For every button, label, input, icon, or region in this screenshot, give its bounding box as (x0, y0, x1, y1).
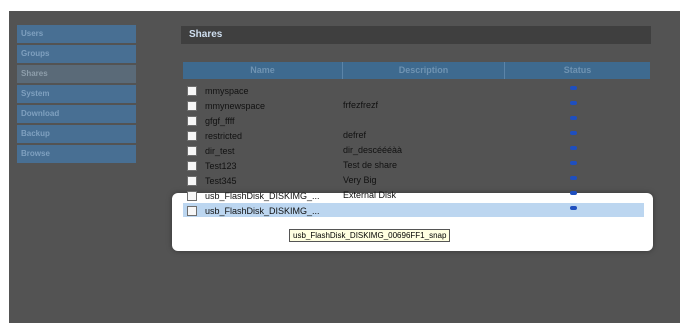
row-checkbox[interactable] (187, 191, 197, 201)
sidebar-item-system[interactable]: System (17, 85, 136, 103)
table-row[interactable]: usb_FlashDisk_DISKIMG_... (183, 204, 650, 219)
share-name[interactable]: mmyspace (205, 86, 249, 96)
status-indicator-icon (570, 86, 577, 90)
column-header-description[interactable]: Description (343, 62, 505, 79)
row-checkbox[interactable] (187, 146, 197, 156)
status-indicator-icon (570, 101, 577, 105)
share-description: Test de share (343, 160, 398, 170)
screenshot-frame: Users Groups Shares System Download Back… (0, 0, 691, 334)
status-indicator-icon (570, 161, 577, 165)
share-name[interactable]: Test345 (205, 176, 237, 186)
share-name[interactable]: Test123 (205, 161, 237, 171)
page-title: Shares (189, 29, 223, 40)
table-row[interactable]: Test123 Test de share (183, 159, 650, 174)
sidebar-item-download[interactable]: Download (17, 105, 136, 123)
table-row[interactable]: dir_test dir_descéééàà (183, 144, 650, 159)
shares-table-body: mmyspace mmynewspace frfezfrezf gfgf_fff… (183, 84, 650, 219)
share-name[interactable]: restricted (205, 131, 242, 141)
status-indicator-icon (570, 146, 577, 150)
sidebar-item-groups[interactable]: Groups (17, 45, 136, 63)
row-checkbox[interactable] (187, 176, 197, 186)
share-name[interactable]: gfgf_ffff (205, 116, 235, 126)
share-description: Very Big (343, 175, 377, 185)
share-description: defref (343, 130, 367, 140)
share-name[interactable]: usb_FlashDisk_DISKIMG_... (205, 191, 320, 201)
share-name[interactable]: usb_FlashDisk_DISKIMG_... (205, 206, 320, 216)
column-header-status[interactable]: Status (505, 62, 650, 79)
row-checkbox[interactable] (187, 101, 197, 111)
table-row[interactable]: Test345 Very Big (183, 174, 650, 189)
row-checkbox[interactable] (187, 116, 197, 126)
status-indicator-icon (570, 206, 577, 210)
status-indicator-icon (570, 191, 577, 195)
table-row[interactable]: mmynewspace frfezfrezf (183, 99, 650, 114)
sidebar-menu: Users Groups Shares System Download Back… (17, 25, 136, 165)
sidebar-item-shares[interactable]: Shares (17, 65, 136, 83)
table-row[interactable]: gfgf_ffff (183, 114, 650, 129)
sidebar-item-browse[interactable]: Browse (17, 145, 136, 163)
share-description: External Disk (343, 190, 397, 200)
share-name[interactable]: mmynewspace (205, 101, 265, 111)
table-row[interactable]: restricted defref (183, 129, 650, 144)
row-checkbox[interactable] (187, 131, 197, 141)
share-name[interactable]: dir_test (205, 146, 235, 156)
sidebar-item-users[interactable]: Users (17, 25, 136, 43)
share-description: frfezfrezf (343, 100, 379, 110)
shares-table-header: Name Description Status (183, 62, 650, 79)
status-indicator-icon (570, 131, 577, 135)
row-checkbox[interactable] (187, 206, 197, 216)
section-header: Shares (181, 26, 651, 44)
column-header-name[interactable]: Name (183, 62, 343, 79)
share-description: dir_descéééàà (343, 145, 403, 155)
status-indicator-icon (570, 116, 577, 120)
table-row[interactable]: mmyspace (183, 84, 650, 99)
name-tooltip: usb_FlashDisk_DISKIMG_00696FF1_snap (289, 229, 451, 242)
table-row[interactable]: usb_FlashDisk_DISKIMG_... External Disk (183, 189, 650, 204)
row-checkbox[interactable] (187, 161, 197, 171)
sidebar-item-backup[interactable]: Backup (17, 125, 136, 143)
status-indicator-icon (570, 176, 577, 180)
row-checkbox[interactable] (187, 86, 197, 96)
